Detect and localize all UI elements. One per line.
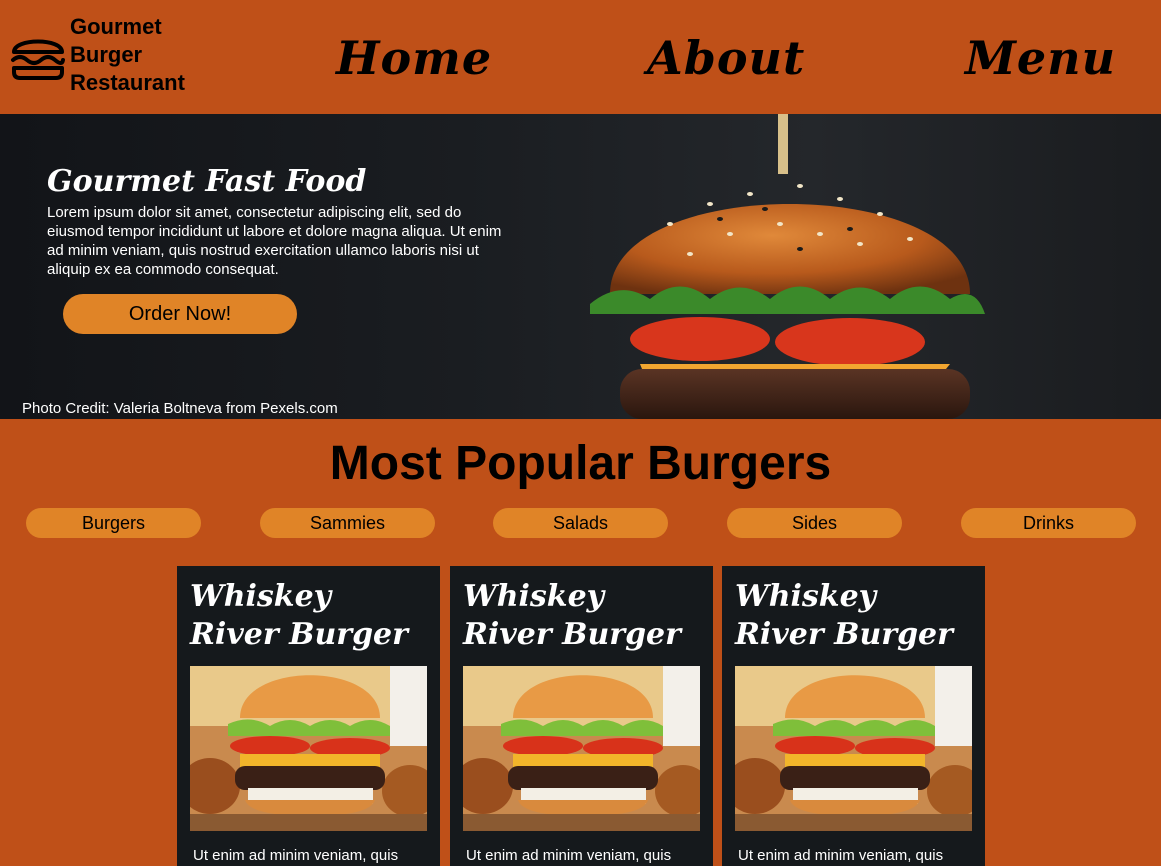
section-title: Most Popular Burgers xyxy=(329,437,832,490)
photo-credit: Photo Credit: Valeria Boltneva from Pexe… xyxy=(22,400,338,417)
nav-menu-link[interactable]: Menu xyxy=(965,28,1116,88)
category-drinks-button[interactable]: Drinks xyxy=(961,508,1136,538)
burger-photo xyxy=(735,666,972,831)
hero-burger-image xyxy=(590,114,985,419)
menu-card[interactable]: Whiskey River Burger Ut enim ad minim ve… xyxy=(722,566,985,866)
category-sammies-button[interactable]: Sammies xyxy=(260,508,435,538)
brand-line-3: Restaurant xyxy=(70,70,185,95)
menu-card[interactable]: Whiskey River Burger Ut enim ad minim ve… xyxy=(450,566,713,866)
nav-about-link[interactable]: About xyxy=(647,28,805,88)
card-description: Ut enim ad minim veniam, quis xyxy=(466,847,672,864)
order-now-button[interactable]: Order Now! xyxy=(63,294,297,334)
card-title: Whiskey River Burger xyxy=(735,579,953,652)
menu-card[interactable]: Whiskey River Burger Ut enim ad minim ve… xyxy=(177,566,440,866)
hero-title: Gourmet Fast Food xyxy=(47,164,367,199)
nav-home-link[interactable]: Home xyxy=(336,28,492,88)
burger-photo xyxy=(463,666,700,831)
site-header: Gourmet Burger Restaurant Home About Men… xyxy=(0,0,1161,114)
card-title: Whiskey River Burger xyxy=(463,579,681,652)
card-description: Ut enim ad minim veniam, quis xyxy=(193,847,399,864)
category-sides-button[interactable]: Sides xyxy=(727,508,902,538)
category-salads-button[interactable]: Salads xyxy=(493,508,668,538)
hero-description: Lorem ipsum dolor sit amet, consectetur … xyxy=(47,204,502,278)
card-title: Whiskey River Burger xyxy=(190,579,408,652)
burger-photo xyxy=(190,666,427,831)
brand-name[interactable]: Gourmet Burger Restaurant xyxy=(70,13,270,97)
brand-line-2: Burger xyxy=(70,42,143,67)
burger-icon[interactable] xyxy=(10,32,66,82)
card-description: Ut enim ad minim veniam, quis xyxy=(738,847,944,864)
brand-line-1: Gourmet xyxy=(70,14,162,39)
category-burgers-button[interactable]: Burgers xyxy=(26,508,201,538)
hero-banner: Gourmet Fast Food Lorem ipsum dolor sit … xyxy=(0,114,1161,419)
